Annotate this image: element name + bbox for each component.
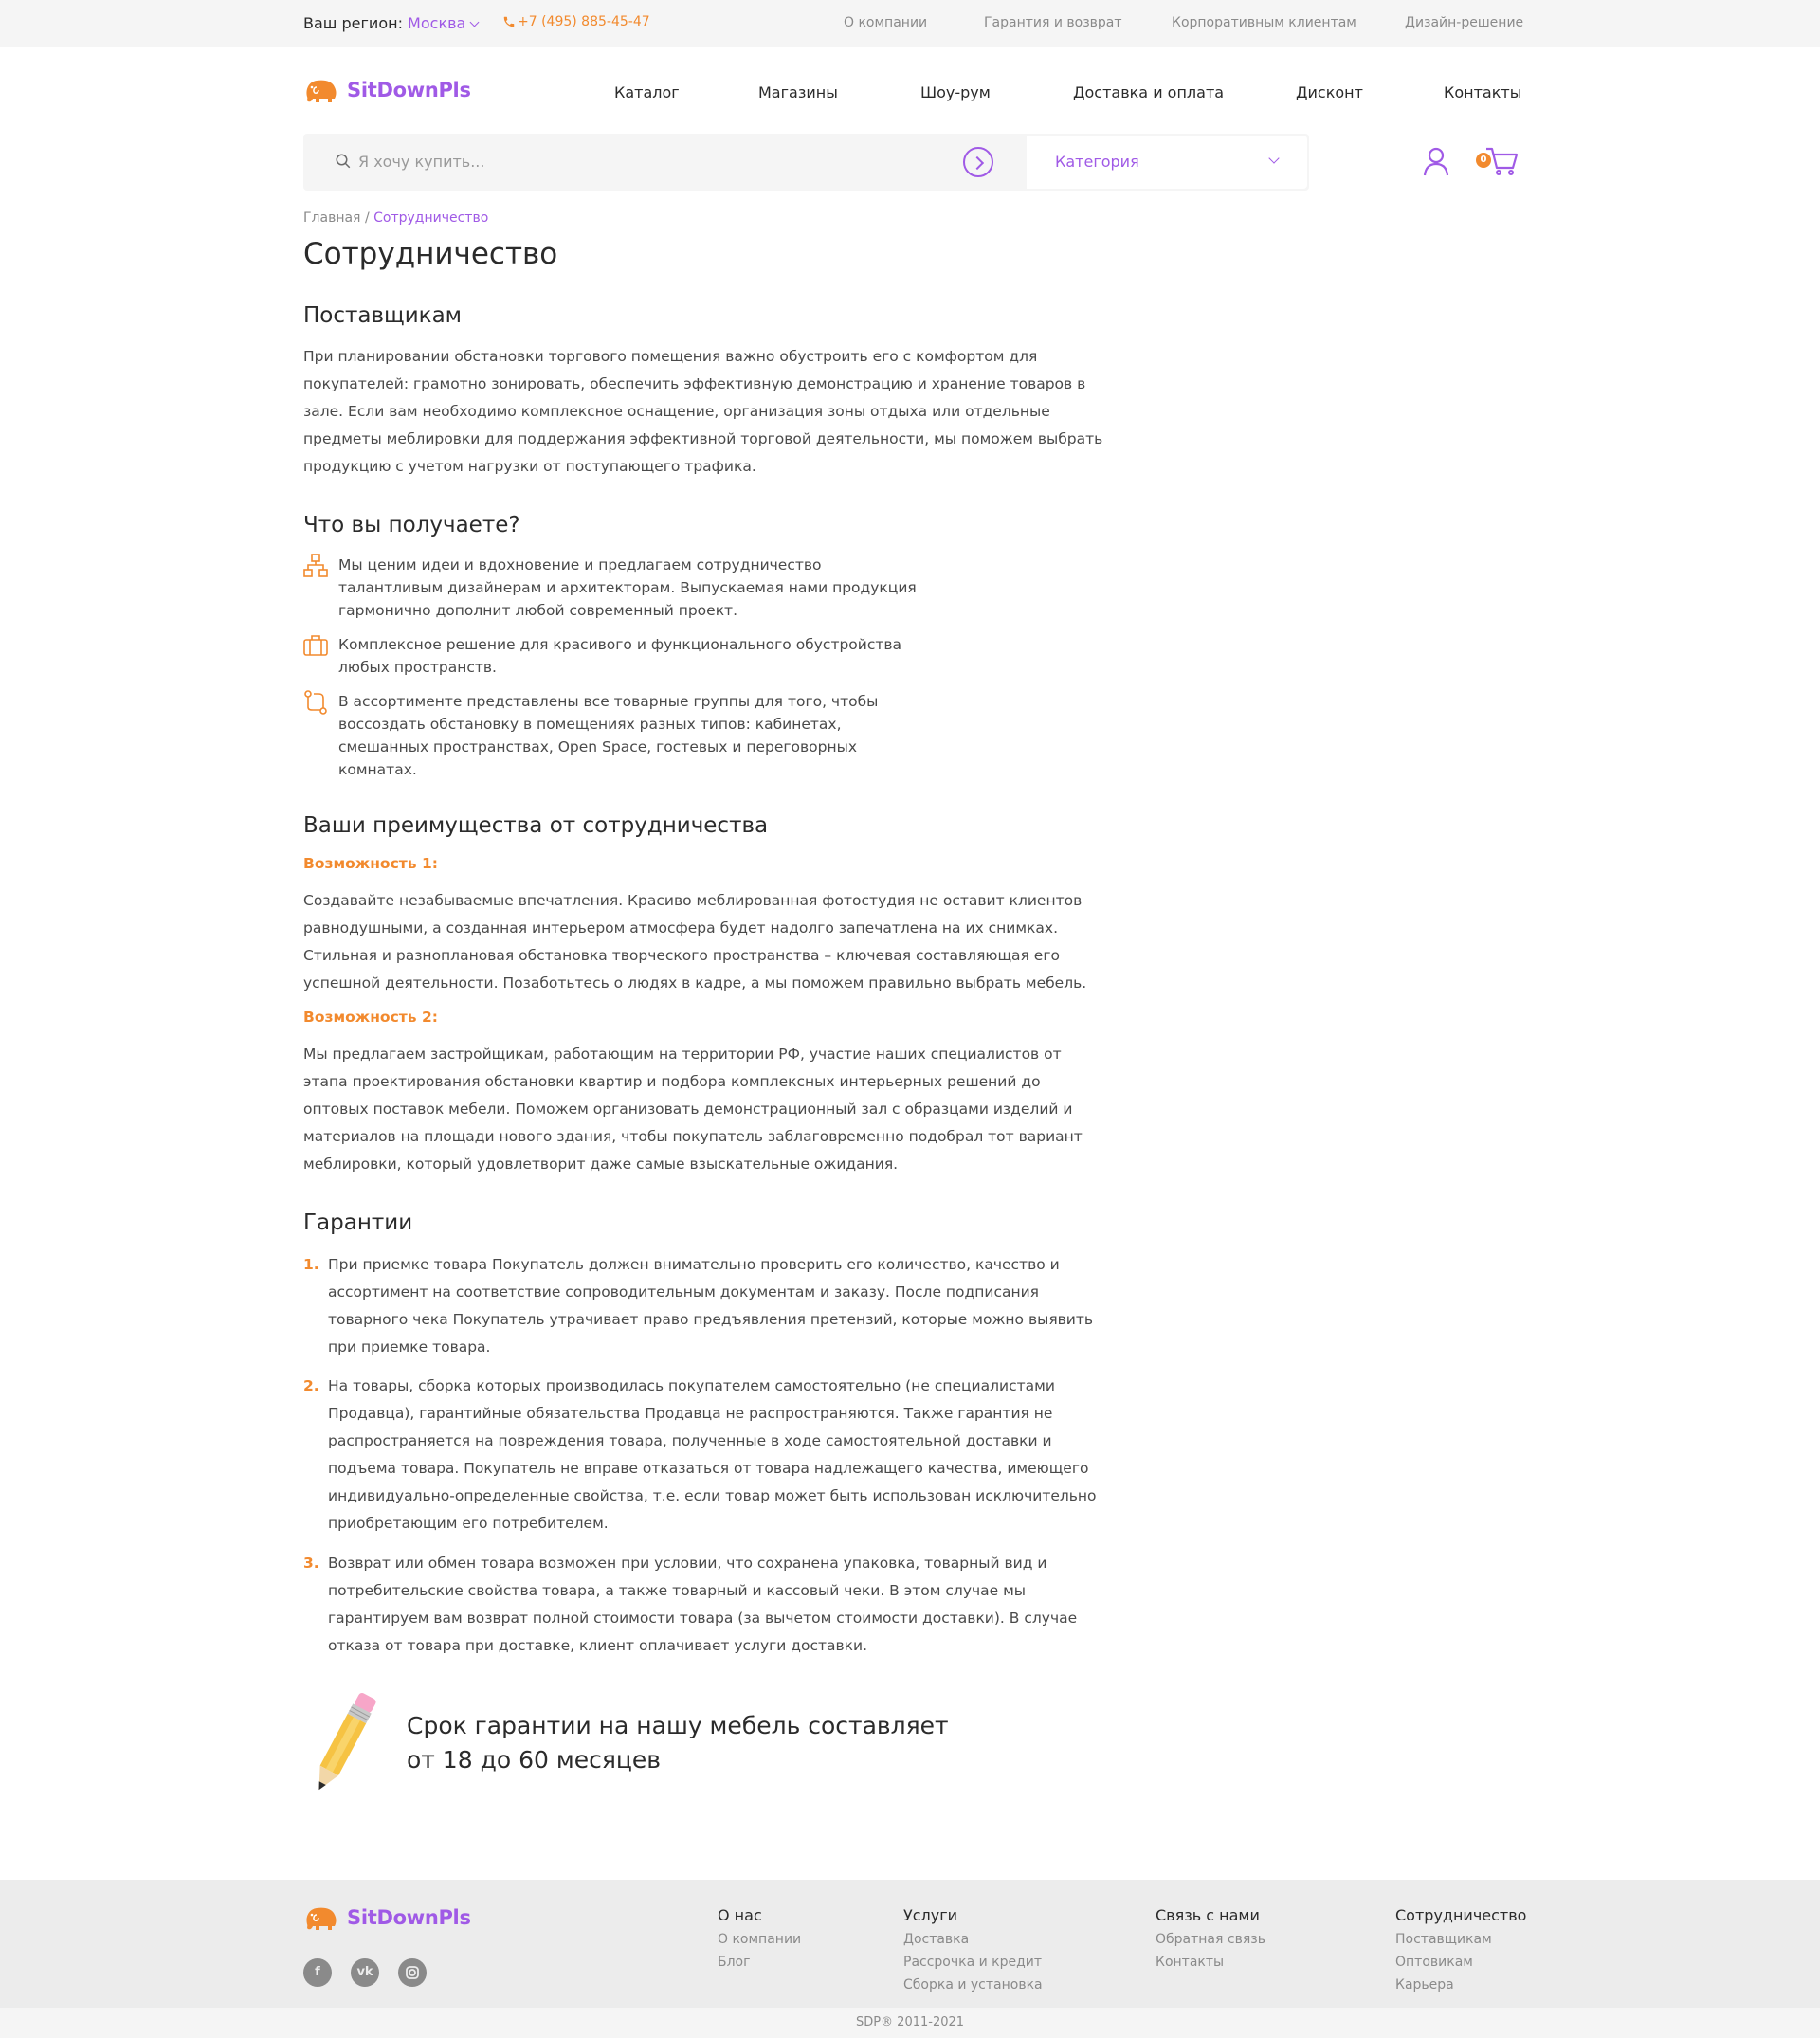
breadcrumb-home[interactable]: Главная	[303, 210, 360, 226]
warranty-line: от 18 до 60 месяцев	[407, 1746, 662, 1774]
search-icon	[336, 154, 351, 169]
region-selector[interactable]: Ваш регион: Москва	[303, 14, 480, 32]
user-icon[interactable]	[1422, 146, 1450, 176]
footer-heading: О нас	[718, 1906, 762, 1924]
category-label: Категория	[1055, 153, 1139, 171]
benefit-text: Комплексное решение для красивого и функ…	[338, 636, 902, 676]
opportunity-text: Мы предлагаем застройщикам, работающим н…	[303, 1046, 1083, 1173]
footer-link[interactable]: Доставка	[903, 1928, 1043, 1951]
phone-link[interactable]: +7 (495) 885-45-47	[502, 14, 650, 29]
toplink-design[interactable]: Дизайн-решение	[1405, 15, 1523, 30]
logo[interactable]: SitDownPls	[303, 76, 471, 104]
opportunity-label: Возможность 2:	[303, 1009, 438, 1026]
briefcase-icon	[303, 635, 328, 656]
search-submit-button[interactable]	[963, 147, 993, 177]
footer-column-about: О нас О компании Блог	[718, 1906, 801, 1974]
guarantee-text: На товары, сборка которых производилась …	[328, 1377, 1097, 1532]
footer-link[interactable]: Оптовикам	[1395, 1951, 1526, 1974]
guarantee-number: 3.	[303, 1555, 319, 1572]
logo-text: SitDownPls	[347, 79, 471, 101]
elephant-logo-icon	[306, 80, 337, 102]
benefits-heading: Что вы получаете?	[303, 513, 520, 537]
footer-link[interactable]: Блог	[718, 1951, 801, 1974]
footer-link[interactable]: Рассрочка и кредит	[903, 1951, 1043, 1974]
nav-delivery[interactable]: Доставка и оплата	[1073, 83, 1224, 101]
region-label: Ваш регион:	[303, 14, 403, 32]
vk-icon[interactable]: vk	[351, 1958, 379, 1987]
phone-icon	[503, 16, 515, 27]
footer-heading: Сотрудничество	[1395, 1906, 1527, 1924]
footer-link[interactable]: Карьера	[1395, 1974, 1526, 1996]
guarantee-number: 1.	[303, 1256, 319, 1273]
suppliers-text: При планировании обстановки торгового по…	[303, 348, 1103, 475]
footer-link[interactable]: Поставщикам	[1395, 1928, 1526, 1951]
chevron-down-icon	[1268, 153, 1280, 164]
phone-number: +7 (495) 885-45-47	[518, 14, 650, 29]
instagram-icon[interactable]	[398, 1958, 427, 1987]
footer-column-cooperation: Сотрудничество Поставщикам Оптовикам Кар…	[1395, 1906, 1526, 1996]
footer-link[interactable]: Сборка и установка	[903, 1974, 1043, 1996]
footer-link[interactable]: О компании	[718, 1928, 801, 1951]
nav-contacts[interactable]: Контакты	[1444, 83, 1521, 101]
facebook-icon[interactable]: f	[303, 1958, 332, 1987]
nav-showroom[interactable]: Шоу-рум	[920, 83, 991, 101]
footer-column-contact: Связь с нами Обратная связь Контакты	[1156, 1906, 1265, 1974]
page-title: Сотрудничество	[303, 237, 558, 271]
elephant-logo-icon	[306, 1907, 337, 1930]
search-input[interactable]: Я хочу купить...	[358, 153, 484, 171]
warranty-line: Срок гарантии на нашу мебель составляет	[407, 1712, 949, 1739]
route-icon	[304, 690, 327, 715]
toplink-corporate[interactable]: Корпоративным клиентам	[1172, 15, 1356, 30]
breadcrumb: Главная / Сотрудничество	[303, 210, 488, 226]
footer-heading: Связь с нами	[1156, 1906, 1260, 1924]
footer-column-services: Услуги Доставка Рассрочка и кредит Сборк…	[903, 1906, 1043, 1996]
guarantee-text: При приемке товара Покупатель должен вни…	[328, 1256, 1094, 1356]
footer-heading: Услуги	[903, 1906, 958, 1924]
advantages-heading: Ваши преимущества от сотрудничества	[303, 813, 769, 838]
logo-text: SitDownPls	[347, 1906, 471, 1929]
category-select[interactable]: Категория	[1027, 136, 1307, 189]
breadcrumb-current: Сотрудничество	[373, 210, 489, 226]
nav-discount[interactable]: Дисконт	[1296, 83, 1363, 101]
footer-logo[interactable]: SitDownPls	[303, 1903, 471, 1932]
guarantee-number: 2.	[303, 1377, 319, 1394]
benefit-text: Мы ценим идеи и вдохновение и предлагаем…	[338, 556, 917, 619]
cart-count-badge: 0	[1476, 153, 1491, 168]
warranty-statement: Срок гарантии на нашу мебель составляет …	[407, 1709, 949, 1777]
benefit-text: В ассортименте представлены все товарные…	[338, 693, 879, 778]
nav-stores[interactable]: Магазины	[758, 83, 838, 101]
guarantees-heading: Гарантии	[303, 1210, 413, 1235]
footer-link[interactable]: Контакты	[1156, 1951, 1265, 1974]
guarantee-text: Возврат или обмен товара возможен при ус…	[328, 1555, 1078, 1654]
region-city[interactable]: Москва	[408, 14, 465, 32]
suppliers-heading: Поставщикам	[303, 303, 463, 328]
hierarchy-icon	[303, 554, 328, 577]
footer-link[interactable]: Обратная связь	[1156, 1928, 1265, 1951]
search-bar: Я хочу купить... Категория	[303, 134, 1309, 191]
opportunity-text: Создавайте незабываемые впечатления. Кра…	[303, 892, 1087, 992]
opportunity-label: Возможность 1:	[303, 855, 438, 872]
toplink-warranty[interactable]: Гарантия и возврат	[984, 15, 1122, 30]
top-bar: Ваш регион: Москва +7 (495) 885-45-47 О …	[0, 0, 1820, 47]
chevron-down-icon[interactable]	[469, 17, 480, 27]
copyright: SDP® 2011-2021	[0, 2008, 1820, 2038]
breadcrumb-separator: /	[364, 210, 370, 226]
nav-catalog[interactable]: Каталог	[614, 83, 680, 101]
toplink-about[interactable]: О компании	[844, 15, 927, 30]
pencil-icon	[318, 1692, 376, 1791]
